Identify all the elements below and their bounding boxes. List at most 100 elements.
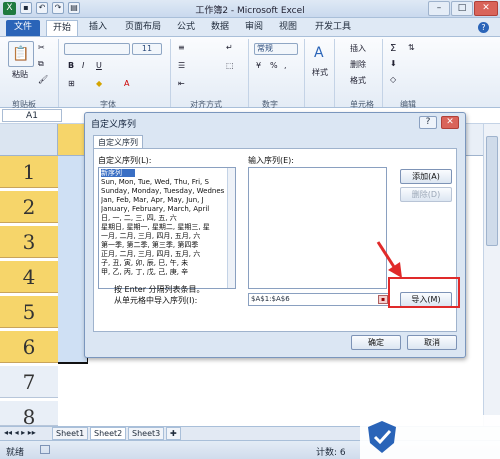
- ok-button[interactable]: 确定: [351, 335, 401, 350]
- delete-button[interactable]: 删除(D): [400, 187, 452, 202]
- row-headers: 1 2 3 4 5 6 7 8: [0, 156, 58, 429]
- minimize-button[interactable]: –: [428, 1, 450, 16]
- sheet-tab[interactable]: Sheet3: [128, 427, 165, 440]
- bold-button[interactable]: B: [68, 61, 74, 70]
- align-left-icon[interactable]: ☰: [178, 61, 185, 70]
- annotation-arrow-icon: [376, 241, 402, 278]
- dialog-help-button[interactable]: ?: [419, 116, 437, 129]
- italic-button[interactable]: I: [82, 61, 84, 70]
- input-label: 输入序列(E):: [248, 156, 294, 165]
- cut-icon[interactable]: ✂: [38, 43, 45, 52]
- new-sheet-icon[interactable]: ✚: [166, 427, 181, 440]
- wrap-text-icon[interactable]: ↵: [226, 43, 233, 52]
- macro-record-icon[interactable]: [40, 445, 50, 454]
- paste-icon[interactable]: 📋: [8, 41, 34, 67]
- fill-color-icon[interactable]: ◆: [96, 79, 102, 88]
- format-cells-button[interactable]: 格式: [350, 75, 366, 86]
- list-item[interactable]: 正月, 二月, 三月, 四月, 五月, 六: [101, 250, 225, 258]
- tab-insert[interactable]: 插入: [84, 20, 112, 36]
- list-item[interactable]: Jan, Feb, Mar, Apr, May, Jun, J: [101, 196, 225, 204]
- title-bar: X ▪ ↶ ↷ ▤ 工作簿2 - Microsoft Excel – □ ✕: [0, 0, 500, 18]
- sheet-tab[interactable]: Sheet2: [90, 427, 127, 440]
- list-item[interactable]: 星期日, 星期一, 星期二, 星期三, 星: [101, 223, 225, 231]
- number-format-box[interactable]: 常规: [254, 43, 298, 55]
- status-ready: 就绪: [6, 448, 25, 458]
- clear-icon[interactable]: ◇: [390, 75, 396, 84]
- percent-icon[interactable]: %: [270, 61, 278, 70]
- list-scrollbar[interactable]: [227, 168, 235, 288]
- sort-filter-icon[interactable]: ⇅: [408, 43, 415, 52]
- list-entries-box[interactable]: [248, 167, 387, 289]
- select-all-corner[interactable]: [0, 124, 58, 155]
- vertical-scrollbar[interactable]: [483, 124, 500, 426]
- tab-data[interactable]: 数据: [206, 20, 234, 36]
- tab-review[interactable]: 审阅: [240, 20, 268, 36]
- custom-lists-dialog: 自定义序列 ? ✕ 自定义序列 自定义序列(L): 输入序列(E): 新序列 S…: [84, 112, 466, 358]
- comma-icon[interactable]: ,: [284, 61, 287, 70]
- underline-button[interactable]: U: [96, 61, 102, 70]
- row-header[interactable]: 2: [0, 191, 58, 223]
- maximize-button[interactable]: □: [451, 1, 473, 16]
- list-label: 自定义序列(L):: [98, 156, 152, 165]
- list-item[interactable]: January, February, March, April: [101, 205, 225, 213]
- font-name-box[interactable]: [64, 43, 130, 55]
- ribbon-tabs: 文件 开始 插入 页面布局 公式 数据 审阅 视图 开发工具 ?: [0, 18, 500, 36]
- currency-icon[interactable]: ¥: [256, 61, 261, 70]
- list-item[interactable]: 子, 丑, 寅, 卯, 辰, 巳, 午, 未: [101, 259, 225, 267]
- status-count: 计数: 6: [316, 448, 346, 458]
- list-item[interactable]: Sun, Mon, Tue, Wed, Thu, Fri, S: [101, 178, 225, 186]
- dialog-close-button[interactable]: ✕: [441, 116, 459, 129]
- tab-formulas[interactable]: 公式: [172, 20, 200, 36]
- ribbon: 📋 粘贴 ✂ ⧉ 🖌 剪贴板 11 B I U ⊞ ◆ A 字体 ≡ ☰ ⇤ ↵…: [0, 36, 500, 109]
- tab-custom-lists[interactable]: 自定义序列: [93, 135, 143, 149]
- list-item[interactable]: 一月, 二月, 三月, 四月, 五月, 六: [101, 232, 225, 240]
- border-icon[interactable]: ⊞: [68, 79, 75, 88]
- add-button[interactable]: 添加(A): [400, 169, 452, 184]
- font-color-icon[interactable]: A: [124, 79, 129, 88]
- merge-icon[interactable]: ⬚: [226, 61, 234, 70]
- row-header[interactable]: 4: [0, 261, 58, 293]
- watermark-shield-icon: [368, 421, 396, 453]
- close-button[interactable]: ✕: [474, 1, 498, 16]
- tab-developer[interactable]: 开发工具: [308, 20, 358, 36]
- style-icon[interactable]: A: [314, 45, 324, 61]
- dialog-title: 自定义序列: [91, 120, 137, 130]
- tab-view[interactable]: 视图: [274, 20, 302, 36]
- import-range-input[interactable]: $A$1:$A$6: [248, 293, 390, 306]
- align-top-icon[interactable]: ≡: [178, 43, 185, 52]
- list-item[interactable]: 甲, 乙, 丙, 丁, 戊, 己, 庚, 辛: [101, 268, 225, 276]
- row-header[interactable]: 6: [0, 331, 58, 363]
- format-painter-icon[interactable]: 🖌: [38, 75, 48, 84]
- scroll-thumb[interactable]: [486, 136, 498, 246]
- row-header[interactable]: 5: [0, 296, 58, 328]
- sheet-tab[interactable]: Sheet1: [52, 427, 89, 440]
- style-button[interactable]: 样式: [312, 67, 328, 78]
- row-header[interactable]: 3: [0, 226, 58, 258]
- autosum-button[interactable]: Σ: [390, 43, 396, 54]
- cancel-button[interactable]: 取消: [407, 335, 457, 350]
- name-box[interactable]: A1: [2, 109, 62, 122]
- tab-file[interactable]: 文件: [6, 20, 40, 36]
- indent-icon[interactable]: ⇤: [178, 79, 185, 88]
- help-icon[interactable]: ?: [478, 22, 489, 33]
- copy-icon[interactable]: ⧉: [38, 59, 44, 69]
- watermark-logo: [360, 415, 500, 459]
- list-item[interactable]: 新序列: [101, 169, 135, 177]
- list-item[interactable]: Sunday, Monday, Tuesday, Wednes: [101, 187, 225, 195]
- delete-cells-button[interactable]: 删除: [350, 59, 366, 70]
- fill-icon[interactable]: ⬇: [390, 59, 397, 68]
- row-header[interactable]: 7: [0, 366, 58, 398]
- insert-cells-button[interactable]: 插入: [350, 43, 366, 54]
- paste-button[interactable]: 粘贴: [12, 69, 28, 80]
- font-size-box[interactable]: 11: [132, 43, 162, 55]
- import-label: 从单元格中导入序列(I):: [114, 296, 198, 305]
- row-header[interactable]: 1: [0, 156, 58, 188]
- list-item[interactable]: 第一季, 第二季, 第三季, 第四季: [101, 241, 225, 249]
- row-header[interactable]: 8: [0, 401, 58, 429]
- tab-page-layout[interactable]: 页面布局: [118, 20, 168, 36]
- list-item[interactable]: 日, 一, 二, 三, 四, 五, 六: [101, 214, 225, 222]
- collapse-dialog-icon[interactable]: ▪: [378, 295, 388, 304]
- tab-home[interactable]: 开始: [46, 20, 78, 36]
- custom-list-box[interactable]: 新序列 Sun, Mon, Tue, Wed, Thu, Fri, S Sund…: [98, 167, 236, 289]
- sheet-nav-icon[interactable]: ◂◂ ◂ ▸ ▸▸: [4, 428, 36, 437]
